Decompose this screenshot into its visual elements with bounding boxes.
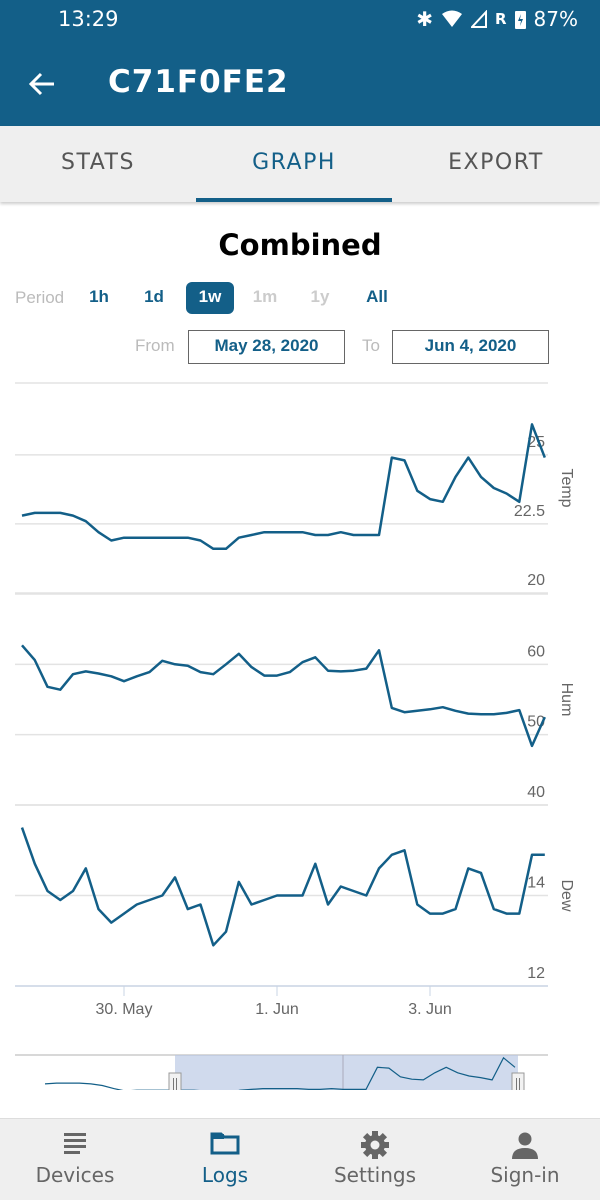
nav-label: Settings <box>300 1163 450 1187</box>
x-tick-label: 30. May <box>96 1001 153 1018</box>
y-tick-label: 14 <box>527 875 545 892</box>
arrow-left-icon[interactable] <box>28 70 56 98</box>
nav-label: Sign-in <box>450 1163 600 1187</box>
folder-icon <box>210 1131 240 1155</box>
nav-sign-in[interactable]: Sign-in <box>450 1119 600 1201</box>
page-title: C71F0FE2 <box>108 64 289 100</box>
battery-charging-icon <box>515 9 526 29</box>
from-label: From <box>135 336 175 356</box>
nav-devices[interactable]: Devices <box>0 1119 150 1201</box>
axis-name: Temp <box>558 468 575 507</box>
tab-stats[interactable]: STATS <box>0 150 196 175</box>
period-1y-button: 1y <box>305 282 335 314</box>
axis-name: Hum <box>558 683 575 717</box>
chart-title: Combined <box>0 228 600 262</box>
to-label: To <box>362 336 380 356</box>
y-tick-label: 60 <box>527 643 545 660</box>
period-1m-button: 1m <box>250 282 280 314</box>
x-tick-label: 3. Jun <box>408 1001 452 1018</box>
signal-icon <box>471 10 487 28</box>
axis-name: Dew <box>558 879 575 911</box>
period-1w-button[interactable]: 1w <box>186 282 234 314</box>
gear-icon <box>361 1131 389 1159</box>
period-all-button[interactable]: All <box>360 282 394 314</box>
period-1d-button[interactable]: 1d <box>139 282 169 314</box>
active-tab-indicator <box>196 198 392 202</box>
status-time: 13:29 <box>58 7 119 31</box>
period-1h-button[interactable]: 1h <box>84 282 114 314</box>
tab-export[interactable]: EXPORT <box>398 150 594 175</box>
nav-label: Logs <box>150 1163 300 1187</box>
navigator-right-handle[interactable] <box>512 1073 524 1090</box>
nav-logs[interactable]: Logs <box>150 1119 300 1201</box>
bottom-nav: Devices Logs Settings Sign-in <box>0 1118 600 1200</box>
navigator-left-handle[interactable] <box>169 1073 181 1090</box>
app-bar: C71F0FE2 <box>0 40 600 126</box>
nav-settings[interactable]: Settings <box>300 1119 450 1201</box>
series-line-dew <box>22 828 545 946</box>
battery-percent: 87% <box>534 7 578 31</box>
y-tick-label: 22.5 <box>514 503 545 520</box>
from-date-input[interactable]: May 28, 2020 <box>188 330 345 364</box>
tab-bar: STATS GRAPH EXPORT <box>0 126 600 202</box>
roaming-indicator: R <box>495 10 507 28</box>
bluetooth-icon: ✱ <box>416 7 433 31</box>
series-line-hum <box>22 645 545 746</box>
to-date-input[interactable]: Jun 4, 2020 <box>392 330 549 364</box>
combined-chart[interactable]: 2022.525Temp405060Hum1214Dew30. May1. Ju… <box>0 370 600 1090</box>
series-line-temp <box>22 424 545 548</box>
wifi-icon <box>441 10 463 28</box>
status-bar: 13:29 ✱ R 87% <box>0 0 600 40</box>
y-tick-label: 12 <box>527 965 545 982</box>
y-tick-label: 20 <box>527 572 545 589</box>
period-label: Period <box>15 288 64 308</box>
x-tick-label: 1. Jun <box>255 1001 299 1018</box>
navigator-selection <box>175 1055 518 1090</box>
tab-graph[interactable]: GRAPH <box>196 150 392 175</box>
list-icon <box>62 1131 88 1155</box>
person-icon <box>511 1131 539 1159</box>
y-tick-label: 40 <box>527 784 545 801</box>
nav-label: Devices <box>0 1163 150 1187</box>
